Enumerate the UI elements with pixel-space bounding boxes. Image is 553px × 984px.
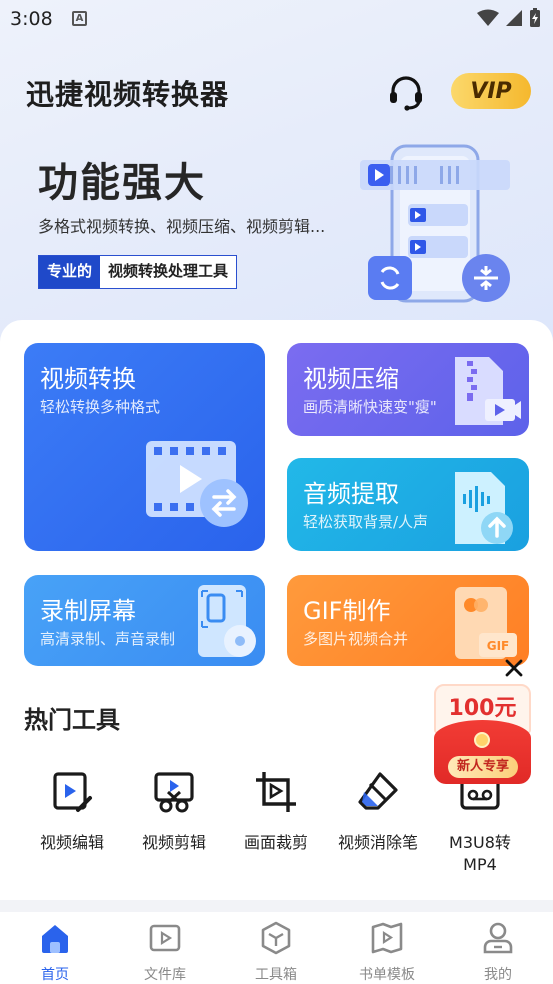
gif-icon: GIF	[455, 587, 517, 659]
screen-record-icon	[198, 585, 256, 657]
hero-tag-text: 视频转换处理工具	[108, 262, 229, 280]
nav-booklist-template[interactable]: 书单模板	[332, 920, 442, 984]
bottom-nav: 首页 文件库 工具箱 书单模板 我的	[0, 912, 553, 984]
hero-subtitle: 多格式视频转换、视频压缩、视频剪辑...	[38, 217, 326, 236]
close-icon[interactable]	[500, 654, 528, 682]
tool-label: 画面裁剪	[243, 833, 308, 852]
notification-icon: A	[72, 11, 87, 26]
video-edit-icon	[53, 772, 92, 812]
crop-icon	[256, 772, 296, 812]
red-packet-seal	[474, 732, 490, 748]
video-cut-icon	[154, 772, 194, 813]
feature-card-title: 录制屏幕	[40, 597, 136, 625]
feature-card-subtitle: 轻松获取背景/人声	[303, 513, 429, 531]
feature-card-video-convert[interactable]: 视频转换 轻松转换多种格式	[24, 343, 265, 551]
feature-card-title: 音频提取	[303, 480, 399, 508]
tool-crop[interactable]: 画面裁剪	[226, 768, 326, 854]
promo-button[interactable]: 新人专享	[448, 756, 518, 778]
video-convert-icon	[146, 441, 248, 527]
nav-toolbox[interactable]: 工具箱	[221, 920, 331, 984]
new-user-red-packet[interactable]: 100元 新人专享	[434, 684, 531, 784]
nav-label: 我的	[484, 967, 512, 983]
home-icon	[42, 925, 68, 953]
nav-home[interactable]: 首页	[0, 920, 110, 984]
hot-tools-title: 热门工具	[24, 706, 120, 734]
status-bar: 3:08 A	[0, 0, 553, 38]
hero-title: 功能强大	[38, 160, 206, 206]
vip-button[interactable]: VIP	[451, 73, 531, 109]
feature-card-subtitle: 高清录制、声音录制	[40, 630, 176, 648]
nav-profile[interactable]: 我的	[443, 920, 553, 984]
audio-extract-icon	[455, 472, 513, 544]
nav-file-library[interactable]: 文件库	[110, 920, 220, 984]
app-title: 迅捷视频转换器	[26, 78, 230, 111]
feature-card-subtitle: 多图片视频合并	[303, 630, 409, 648]
file-library-icon	[149, 924, 181, 952]
feature-card-video-compress[interactable]: 视频压缩 画质清晰快速变"瘦"	[287, 343, 529, 436]
booklist-template-icon	[371, 922, 403, 954]
wifi-icon	[477, 9, 499, 26]
feature-card-subtitle: 画质清晰快速变"瘦"	[303, 398, 437, 416]
battery-icon	[530, 8, 540, 27]
tool-eraser[interactable]: 视频消除笔	[328, 768, 428, 854]
feature-card-audio-extract[interactable]: 音频提取 轻松获取背景/人声	[287, 458, 529, 551]
nav-label: 书单模板	[359, 967, 415, 983]
tool-label: M3U8转 MP4	[449, 833, 511, 874]
tool-m3u8-to-mp4[interactable]: M3U8转 MP4	[430, 768, 530, 876]
feature-card-subtitle: 轻松转换多种格式	[40, 398, 161, 416]
svg-text:GIF: GIF	[487, 639, 510, 653]
tool-label: 视频消除笔	[337, 833, 418, 852]
signal-icon	[506, 10, 522, 26]
zip-video-icon	[455, 357, 521, 425]
phone-illustration	[360, 144, 510, 303]
tool-label: 视频编辑	[39, 833, 104, 852]
feature-card-gif-maker[interactable]: GIF制作 多图片视频合并 GIF	[287, 575, 529, 666]
status-icons	[477, 8, 541, 28]
customer-service-icon[interactable]	[386, 72, 426, 112]
eraser-icon	[358, 772, 398, 810]
hero-tag: 专业的 视频转换处理工具	[38, 255, 238, 289]
tool-video-edit[interactable]: 视频编辑	[22, 768, 122, 854]
divider	[0, 900, 553, 912]
nav-label: 首页	[41, 967, 69, 983]
tool-label: 视频剪辑	[141, 833, 206, 852]
feature-card-title: 视频转换	[40, 365, 136, 393]
feature-card-screen-record[interactable]: 录制屏幕 高清录制、声音录制	[24, 575, 265, 666]
feature-card-title: 视频压缩	[303, 365, 399, 393]
status-time: 3:08	[10, 8, 53, 30]
tool-video-cut[interactable]: 视频剪辑	[124, 768, 224, 854]
hero-tag-highlight: 专业的	[39, 256, 101, 288]
toolbox-icon	[261, 921, 291, 955]
profile-icon	[483, 922, 513, 954]
feature-card-title: GIF制作	[303, 597, 391, 625]
nav-label: 文件库	[144, 967, 186, 983]
nav-label: 工具箱	[255, 967, 297, 983]
